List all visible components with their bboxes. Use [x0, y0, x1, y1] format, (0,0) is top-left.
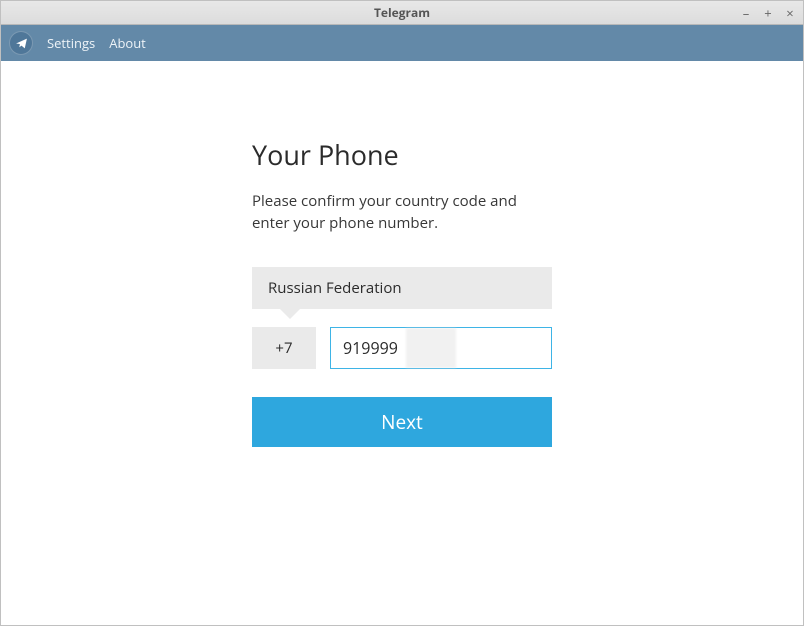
country-code-box[interactable]: +7 — [252, 327, 316, 369]
titlebar: Telegram – + × — [1, 1, 803, 25]
menu-settings[interactable]: Settings — [47, 34, 95, 52]
next-button[interactable]: Next — [252, 397, 552, 447]
dropdown-pointer-icon — [280, 309, 300, 319]
country-select[interactable]: Russian Federation — [252, 267, 552, 309]
app-window: Telegram – + × Settings About Your Phone… — [0, 0, 804, 626]
phone-input[interactable] — [330, 327, 552, 369]
country-code-value: +7 — [275, 338, 292, 358]
menubar: Settings About — [1, 25, 803, 61]
window-title: Telegram — [1, 4, 803, 21]
minimize-button[interactable]: – — [739, 6, 753, 20]
menu-about[interactable]: About — [109, 34, 146, 52]
phone-form: Your Phone Please confirm your country c… — [252, 136, 552, 625]
phone-input-wrap — [330, 327, 552, 369]
telegram-icon — [9, 31, 33, 55]
page-subtext: Please confirm your country code and ent… — [252, 191, 552, 235]
maximize-button[interactable]: + — [761, 6, 775, 20]
phone-row: +7 — [252, 327, 552, 369]
window-controls: – + × — [739, 6, 797, 20]
country-label: Russian Federation — [268, 278, 402, 298]
close-button[interactable]: × — [783, 6, 797, 20]
content-area: Your Phone Please confirm your country c… — [1, 61, 803, 625]
page-title: Your Phone — [252, 136, 552, 173]
